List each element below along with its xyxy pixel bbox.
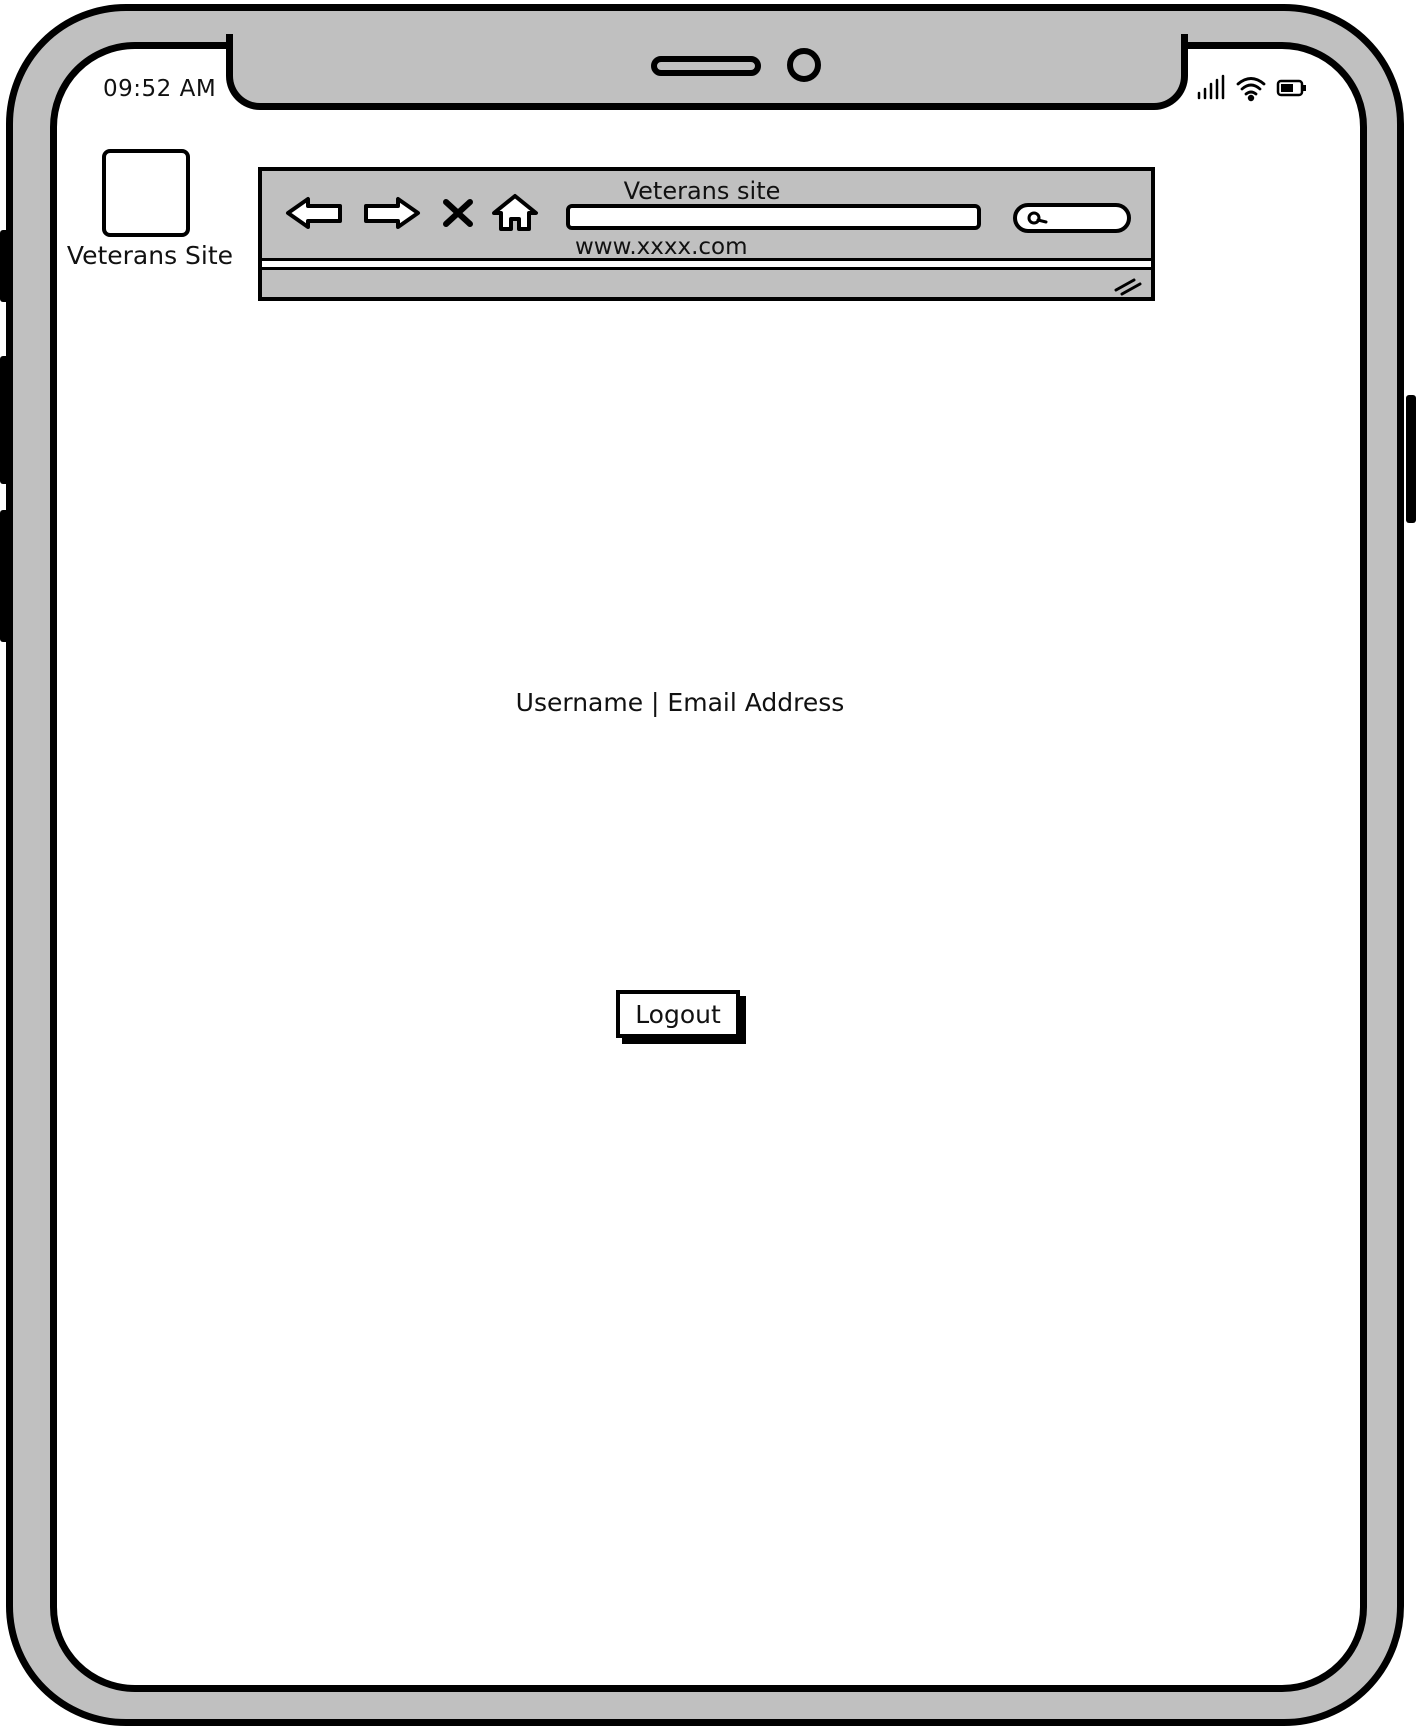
device-side-button (0, 230, 9, 302)
battery-icon (1276, 79, 1306, 97)
logout-button[interactable]: Logout (616, 990, 740, 1038)
search-icon (1027, 211, 1048, 225)
speaker-grille (651, 56, 761, 76)
browser-search-field[interactable] (1013, 203, 1131, 233)
user-identity-text: Username | Email Address (515, 688, 845, 717)
forward-arrow-icon[interactable] (360, 193, 422, 233)
device-side-button (0, 510, 9, 642)
signal-icon (1197, 74, 1225, 100)
address-bar[interactable] (566, 204, 981, 230)
status-time: 09:52 AM (103, 76, 217, 102)
front-camera (787, 48, 821, 82)
app-icon[interactable] (102, 149, 190, 237)
resize-grip-icon[interactable] (1112, 278, 1142, 296)
close-icon[interactable] (440, 193, 476, 233)
wifi-icon (1236, 77, 1266, 102)
device-side-button (0, 356, 9, 484)
device-power-button (1406, 395, 1416, 523)
back-arrow-icon[interactable] (284, 193, 346, 233)
url-text[interactable]: www.xxxx.com (575, 234, 748, 260)
home-icon[interactable] (490, 193, 540, 233)
browser-title: Veterans site (623, 177, 781, 205)
app-icon-label: Veterans Site (66, 241, 234, 270)
status-icons (1195, 74, 1310, 104)
